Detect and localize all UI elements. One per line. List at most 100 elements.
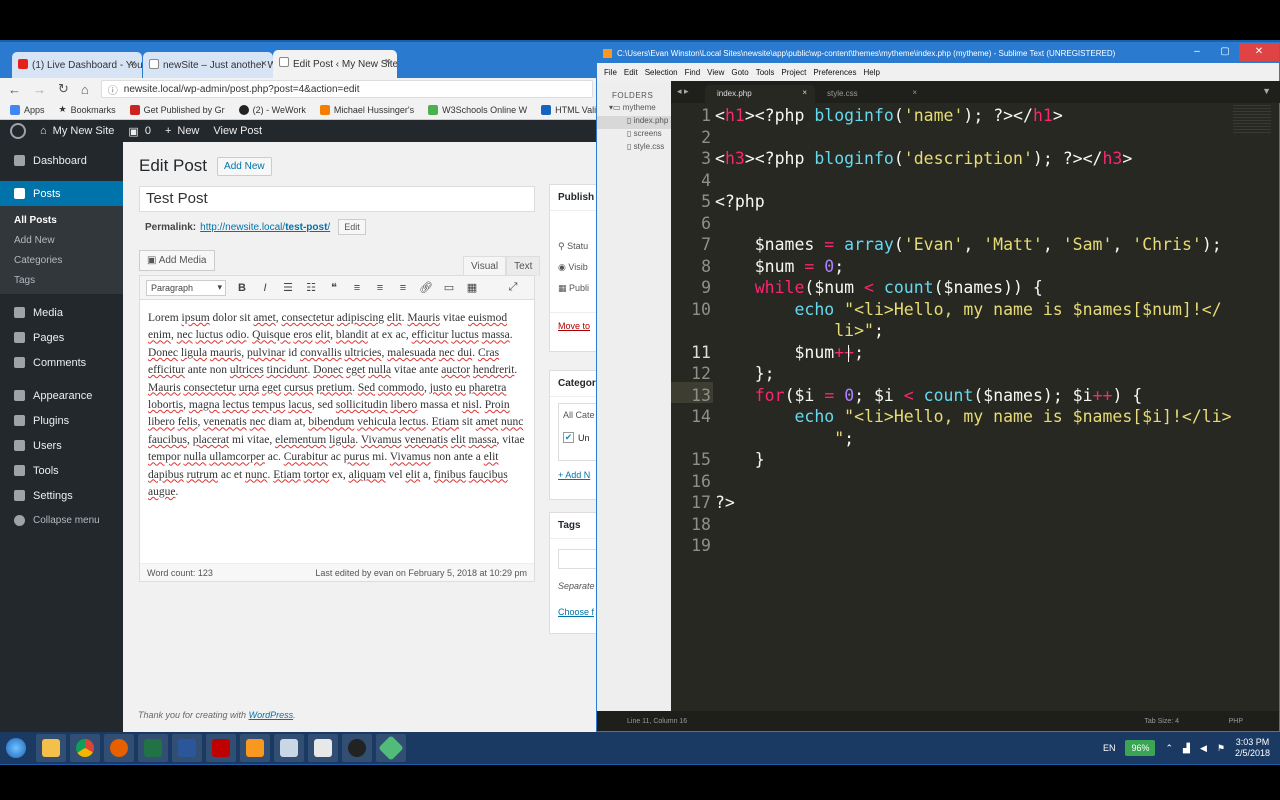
taskbar-explorer[interactable] xyxy=(36,734,66,762)
bookmark-apps[interactable]: Apps xyxy=(10,104,45,115)
menu-users[interactable]: Users xyxy=(0,433,123,458)
admin-bar-view-post[interactable]: View Post xyxy=(213,125,262,137)
permalink-link[interactable]: http://newsite.local/test-post/ xyxy=(200,222,330,233)
menu-preferences[interactable]: Preferences xyxy=(813,68,856,77)
taskbar-app[interactable] xyxy=(308,734,338,762)
minimize-icon[interactable]: – xyxy=(1183,43,1211,61)
menu-collapse[interactable]: Collapse menu xyxy=(0,508,123,533)
menu-plugins[interactable]: Plugins xyxy=(0,408,123,433)
align-right-icon[interactable]: ≡ xyxy=(396,282,410,294)
tab-nav-arrows-icon[interactable]: ◂ ▸ xyxy=(671,86,705,103)
tab-list-chevron-icon[interactable]: ▼ xyxy=(1262,86,1271,96)
menu-tools[interactable]: Tools xyxy=(0,458,123,483)
submenu-all-posts[interactable]: All Posts xyxy=(0,210,123,230)
close-icon[interactable]: × xyxy=(385,56,391,68)
bold-icon[interactable]: B xyxy=(235,282,249,294)
menu-find[interactable]: Find xyxy=(685,68,701,77)
sublime-tab[interactable]: style.css × xyxy=(815,85,925,103)
italic-icon[interactable]: I xyxy=(258,282,272,294)
volume-icon[interactable]: ◀ xyxy=(1200,743,1207,754)
menu-settings[interactable]: Settings xyxy=(0,483,123,508)
tab-text[interactable]: Text xyxy=(506,256,541,276)
chevron-up-icon[interactable]: ⌃ xyxy=(1165,743,1173,754)
move-to-trash-link[interactable]: Move to xyxy=(558,321,590,331)
choose-tags-link[interactable]: Choose f xyxy=(558,607,594,617)
browser-tab[interactable]: newSite – Just another W × xyxy=(143,52,273,78)
post-editor[interactable]: Paragraph B I ☰ ☷ ❝ ≡ ≡ ≡ 🔗︎ ▭ ▦ ⤢ Lorem… xyxy=(139,275,535,582)
align-left-icon[interactable]: ≡ xyxy=(350,282,364,294)
status-tab-size[interactable]: Tab Size: 4 xyxy=(1144,718,1179,725)
battery-indicator[interactable]: 96% xyxy=(1125,740,1156,756)
taskbar-app[interactable] xyxy=(274,734,304,762)
back-icon[interactable]: ← xyxy=(8,82,21,97)
tab-visual[interactable]: Visual xyxy=(463,256,507,276)
start-button[interactable] xyxy=(0,734,32,762)
minimap[interactable] xyxy=(1233,105,1271,135)
close-icon[interactable]: × xyxy=(802,88,807,97)
submenu-add-new[interactable]: Add New xyxy=(0,230,123,250)
submenu-tags[interactable]: Tags xyxy=(0,270,123,290)
admin-bar-new[interactable]: New xyxy=(177,125,199,137)
file-item[interactable]: ▯ screens xyxy=(597,129,671,142)
add-media-button[interactable]: ▣ Add Media xyxy=(139,250,215,271)
bookmark-bookmarks[interactable]: ★ Bookmarks xyxy=(59,104,116,115)
checkbox-checked-icon[interactable]: ✔ xyxy=(563,432,574,443)
menu-pages[interactable]: Pages xyxy=(0,325,123,350)
browser-tab[interactable]: (1) Live Dashboard - You × xyxy=(12,52,142,78)
link-icon[interactable]: 🔗︎ xyxy=(419,281,433,294)
menu-goto[interactable]: Goto xyxy=(731,68,748,77)
editor-body[interactable]: Lorem ipsum dolor sit amet, consectetur … xyxy=(140,300,534,511)
close-icon[interactable]: × xyxy=(912,88,917,97)
bookmark-item[interactable]: HTML Validator xyxy=(541,104,597,115)
home-icon[interactable]: ⌂ xyxy=(81,82,89,97)
taskbar-excel[interactable] xyxy=(138,734,168,762)
bookmark-item[interactable]: Michael Hussinger's xyxy=(319,104,414,115)
blockquote-icon[interactable]: ❝ xyxy=(327,281,341,294)
sublime-tab-active[interactable]: index.php × xyxy=(705,85,815,103)
menu-tools[interactable]: Tools xyxy=(756,68,775,77)
flag-icon[interactable]: ⚑ xyxy=(1217,743,1225,754)
add-new-button[interactable]: Add New xyxy=(217,156,272,176)
menu-appearance[interactable]: Appearance xyxy=(0,383,123,408)
status-syntax[interactable]: PHP xyxy=(1229,718,1243,725)
taskbar-local[interactable] xyxy=(376,734,406,762)
align-center-icon[interactable]: ≡ xyxy=(373,282,387,294)
bullet-list-icon[interactable]: ☰ xyxy=(281,281,295,294)
categories-tab[interactable]: All Cate xyxy=(563,410,597,420)
add-category-link[interactable]: + Add N xyxy=(558,470,590,480)
close-icon[interactable]: × xyxy=(261,58,267,70)
permalink-edit-button[interactable]: Edit xyxy=(338,219,366,235)
post-title-input[interactable]: Test Post xyxy=(139,186,535,212)
language-indicator[interactable]: EN xyxy=(1103,743,1116,753)
footer-link[interactable]: WordPress xyxy=(249,710,294,720)
taskbar-chrome[interactable] xyxy=(70,734,100,762)
bookmark-item[interactable]: (2) - WeWork xyxy=(238,104,306,115)
fullscreen-icon[interactable]: ⤢ xyxy=(506,281,520,294)
menu-dashboard[interactable]: Dashboard xyxy=(0,148,123,173)
menu-comments[interactable]: Comments xyxy=(0,350,123,375)
url-input[interactable]: ⓘ newsite.local/wp-admin/post.php?post=4… xyxy=(100,80,593,98)
format-select[interactable]: Paragraph xyxy=(146,279,226,296)
browser-tab-active[interactable]: Edit Post ‹ My New Site – × xyxy=(273,50,397,78)
toolbar-toggle-icon[interactable]: ▦ xyxy=(465,281,479,294)
submenu-categories[interactable]: Categories xyxy=(0,250,123,270)
menu-media[interactable]: Media xyxy=(0,300,123,325)
bookmark-item[interactable]: Get Published by Gr xyxy=(129,104,225,115)
file-item[interactable]: ▯ index.php xyxy=(597,116,671,129)
bookmark-item[interactable]: W3Schools Online W xyxy=(428,104,527,115)
taskbar-firefox[interactable] xyxy=(104,734,134,762)
taskbar-sublime[interactable] xyxy=(240,734,270,762)
folder-item[interactable]: ▾▭ mytheme xyxy=(597,103,671,116)
wordpress-logo-icon[interactable] xyxy=(10,123,26,139)
taskbar-obs[interactable] xyxy=(342,734,372,762)
forward-icon[interactable]: → xyxy=(33,82,46,97)
network-icon[interactable]: ▟ xyxy=(1183,743,1190,754)
close-icon[interactable]: ✕ xyxy=(1239,43,1279,61)
more-icon[interactable]: ▭ xyxy=(442,281,456,294)
close-icon[interactable]: × xyxy=(130,58,136,70)
admin-bar-site[interactable]: My New Site xyxy=(53,125,115,137)
comment-icon[interactable]: ▣ xyxy=(128,125,138,138)
menu-edit[interactable]: Edit xyxy=(624,68,638,77)
menu-project[interactable]: Project xyxy=(781,68,806,77)
taskbar-filezilla[interactable] xyxy=(206,734,236,762)
